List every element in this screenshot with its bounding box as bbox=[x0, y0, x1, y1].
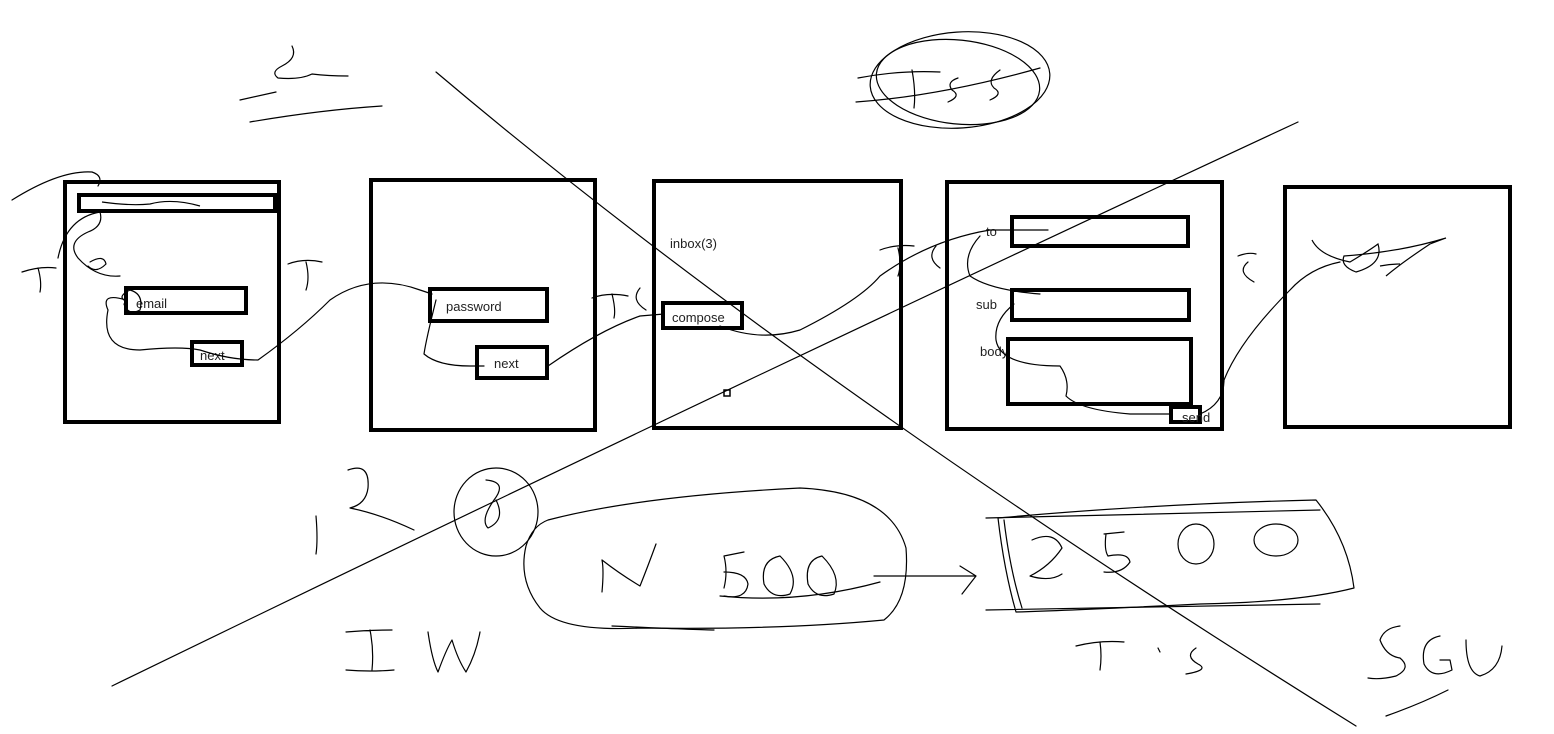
sent-screen-frame bbox=[1283, 185, 1512, 429]
to-label: to bbox=[986, 224, 997, 239]
inbox-label: inbox(3) bbox=[670, 236, 717, 251]
send-button-label: send bbox=[1182, 410, 1210, 425]
title-scribble bbox=[101, 200, 201, 207]
scribble bbox=[1311, 237, 1447, 277]
handwritten-annotations bbox=[11, 31, 1503, 727]
sub-label: sub bbox=[976, 297, 997, 312]
email-screen-frame: email next bbox=[63, 180, 281, 424]
inbox-screen-frame: inbox(3) compose bbox=[652, 179, 903, 430]
next-button-label: next bbox=[494, 356, 519, 371]
password-field-label: password bbox=[446, 299, 502, 314]
to-field[interactable] bbox=[1010, 215, 1190, 248]
sub-field[interactable] bbox=[1010, 288, 1191, 322]
body-field[interactable] bbox=[1006, 337, 1193, 406]
body-label: body bbox=[980, 344, 1009, 359]
password-screen-frame: password next bbox=[369, 178, 597, 432]
screen-border bbox=[1283, 185, 1512, 429]
compose-button-label: compose bbox=[672, 310, 725, 325]
wireframe-diagram: email next password next inbox(3) compos… bbox=[11, 31, 1512, 727]
compose-screen-frame: to sub body send bbox=[945, 180, 1224, 431]
